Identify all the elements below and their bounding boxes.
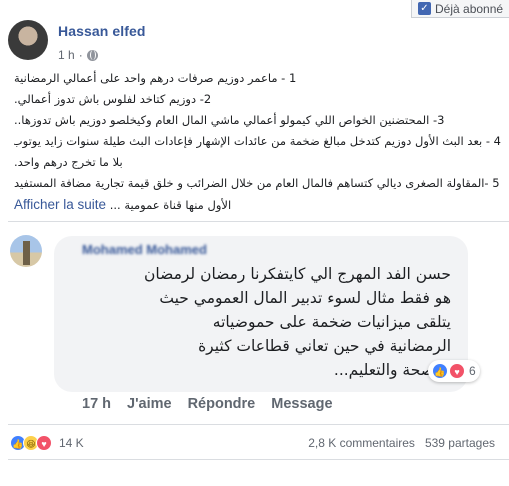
heart-icon: ♥: [36, 435, 52, 451]
comment-reactions[interactable]: 👍 ♥ 6: [428, 360, 480, 382]
meta-separator: ·: [78, 48, 83, 62]
see-more-link[interactable]: Afficher la suite: [14, 197, 106, 212]
comment-text: حسن الفد المهرج الي كايتفكرنا رمضان لرمض…: [62, 262, 451, 382]
post-line: 2- دوزيم كتاخد لفلوس باش تدوز أعمالي.: [14, 92, 212, 106]
globe-icon[interactable]: [86, 49, 98, 61]
comments-count-link[interactable]: 2,8 K commentaires: [308, 436, 415, 450]
post-line: 3- المحتضنين الخواص اللي كيمولو أعمالي م…: [14, 113, 445, 127]
post-line-text: الأول منها قناة عمومية ...: [109, 198, 232, 212]
commenter-avatar[interactable]: [10, 235, 42, 267]
heart-icon: ♥: [449, 363, 465, 379]
comment-reply-button[interactable]: Répondre: [188, 396, 256, 412]
comment-actions: 17 h J'aime Répondre Message: [82, 396, 333, 412]
post-line-last: الأول منها قناة عمومية ... Afficher la s…: [14, 194, 501, 216]
comment-like-button[interactable]: J'aime: [127, 396, 172, 412]
post-reactions[interactable]: 👍 😆 ♥ 14 K: [10, 435, 84, 451]
comment-line: كالصحة والتعليم...: [333, 361, 451, 379]
divider: [8, 221, 509, 222]
post-line: بلا ما تخرج درهم واحد.: [14, 155, 123, 169]
post-line: 4 - بعد البث الأول دوزيم كتدخل مبالغ ضخم…: [14, 134, 501, 148]
comment-line: حسن الفد المهرج الي كايتفكرنا رمضان لرمض…: [144, 265, 451, 283]
post-line: 1 - ماعمر دوزيم صرفات درهم واحد على أعما…: [14, 71, 297, 85]
post-stats: 👍 😆 ♥ 14 K 2,8 K commentaires 539 partag…: [10, 430, 495, 456]
comment-reaction-count: 6: [469, 364, 476, 378]
author-avatar[interactable]: [8, 20, 48, 60]
comment-time[interactable]: 17 h: [82, 396, 111, 412]
thumbs-up-icon: 👍: [432, 363, 448, 379]
divider: [8, 459, 509, 460]
comment-line: الرمضانية في حين تعاني قطاعات كثيرة: [198, 337, 451, 355]
author-name[interactable]: Hassan elfed: [58, 23, 146, 39]
reaction-count: 14 K: [59, 436, 84, 450]
post-body: 1 - ماعمر دوزيم صرفات درهم واحد على أعما…: [14, 68, 501, 216]
post-stats-right: 2,8 K commentaires 539 partages: [308, 436, 495, 450]
comment-line: هو فقط مثال لسوء تدبير المال العمومي حيث: [159, 289, 451, 307]
shares-count-link[interactable]: 539 partages: [425, 436, 495, 450]
post-header: Hassan elfed 1 h ·: [8, 6, 509, 68]
divider: [8, 424, 509, 425]
commenter-name[interactable]: Mohamed Mohamed: [82, 242, 207, 257]
comment-line: يتلقى ميزانيات ضخمة على حموضياته: [212, 313, 451, 331]
post-meta: 1 h ·: [58, 48, 98, 62]
post-line: 5 -المقاولة الصغرى ديالي كتساهم فالمال ا…: [14, 176, 500, 190]
comment-message-button[interactable]: Message: [271, 396, 332, 412]
post-time[interactable]: 1 h: [58, 48, 75, 62]
